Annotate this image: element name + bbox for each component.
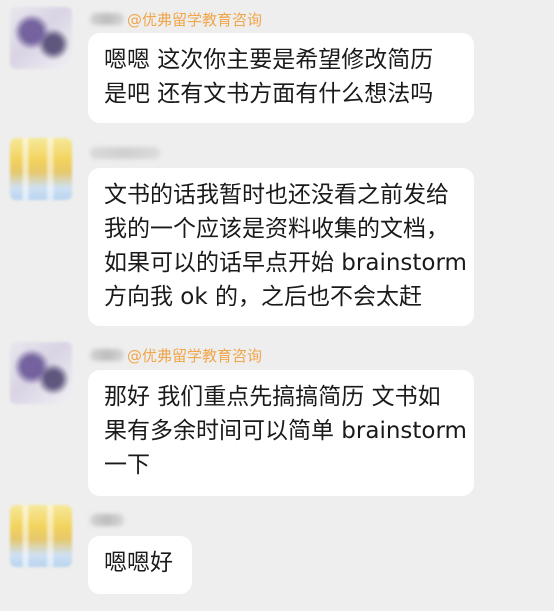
sender-name-redacted [90,514,124,526]
message-line: 嗯嗯 这次你主要是希望修改简历 [104,47,434,73]
message-bubble[interactable]: 嗯嗯好 [88,536,192,594]
message-line: 如果可以的话早点开始 brainstorm [104,250,467,276]
message-line: 果有多余时间可以简单 brainstorm [104,418,467,444]
sender-name-redacted [90,147,160,159]
message-line: 嗯嗯好 [104,550,173,576]
avatar[interactable] [10,7,72,69]
message-line: 是吧 还有文书方面有什么想法吗 [104,81,434,107]
avatar[interactable] [10,505,72,567]
message-line: 方向我 ok 的，之后也不会太赶 [104,284,423,310]
sender-name [90,142,163,164]
avatar[interactable] [10,138,72,200]
sender-name: @优弗留学教育咨询 [90,8,262,30]
sender-name [90,509,127,531]
sender-name: @优弗留学教育咨询 [90,344,262,366]
message-line: 一下 [104,452,150,478]
message-line: 我的一个应该是资料收集的文档， [104,216,449,242]
message-line: 文书的话我暂时也还没看之前发给 [104,182,449,208]
message-bubble[interactable]: 文书的话我暂时也还没看之前发给 我的一个应该是资料收集的文档， 如果可以的话早点… [88,168,474,326]
message-bubble[interactable]: 嗯嗯 这次你主要是希望修改简历 是吧 还有文书方面有什么想法吗 [88,33,474,123]
chat-conversation: @优弗留学教育咨询 嗯嗯 这次你主要是希望修改简历 是吧 还有文书方面有什么想法… [0,0,554,611]
message-line: 那好 我们重点先搞搞简历 文书如 [104,384,441,410]
sender-org-tag: @优弗留学教育咨询 [127,10,263,29]
sender-name-redacted [90,349,124,361]
sender-org-tag: @优弗留学教育咨询 [127,346,263,365]
message-bubble[interactable]: 那好 我们重点先搞搞简历 文书如 果有多余时间可以简单 brainstorm 一… [88,370,474,496]
sender-name-redacted [90,13,124,25]
avatar[interactable] [10,342,72,404]
